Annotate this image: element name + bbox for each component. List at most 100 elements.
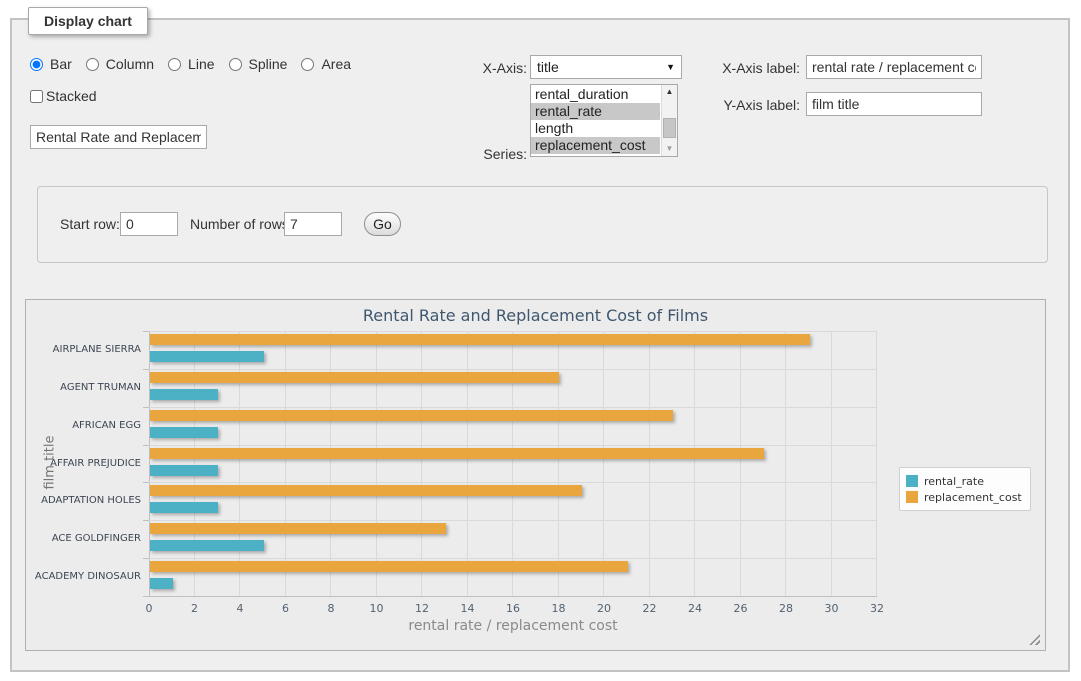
chart-type-label-line[interactable]: Line xyxy=(188,56,214,72)
legend-swatch xyxy=(906,475,918,487)
category-tick xyxy=(143,445,149,446)
x-tick-label: 14 xyxy=(448,602,488,615)
start-row-input[interactable] xyxy=(120,212,178,236)
bar-replacement_cost xyxy=(150,410,673,421)
series-option[interactable]: rental_rate xyxy=(531,103,660,120)
chart-type-label-bar[interactable]: Bar xyxy=(50,56,72,72)
x-tick-label: 16 xyxy=(493,602,533,615)
x-tick-label: 4 xyxy=(220,602,260,615)
go-button[interactable]: Go xyxy=(364,212,401,236)
series-listbox[interactable]: rental_durationrental_ratelengthreplacem… xyxy=(530,84,678,157)
bar-replacement_cost xyxy=(150,334,810,345)
series-option[interactable]: rental_duration xyxy=(531,86,660,103)
gridline xyxy=(149,369,877,370)
row-range-box: Start row: Number of rows: Go xyxy=(37,186,1048,263)
gridline xyxy=(558,331,559,596)
stacked-label[interactable]: Stacked xyxy=(46,88,97,104)
bar-replacement_cost xyxy=(150,561,628,572)
chart-type-label-column[interactable]: Column xyxy=(106,56,154,72)
chart-type-label-area[interactable]: Area xyxy=(321,56,351,72)
page: Display chart Bar Column Line Spline Are… xyxy=(0,0,1081,681)
gridline xyxy=(239,331,240,596)
gridline xyxy=(603,331,604,596)
gridline xyxy=(149,331,877,332)
legend-label: replacement_cost xyxy=(924,491,1022,504)
chart-type-radio-group: Bar Column Line Spline Area xyxy=(30,56,361,72)
series-option[interactable]: replacement_cost xyxy=(531,137,660,154)
gridline xyxy=(785,331,786,596)
bar-rental_rate xyxy=(150,389,218,400)
gridline xyxy=(876,331,877,596)
value-axis-line xyxy=(149,596,877,597)
resize-handle-icon[interactable] xyxy=(1029,634,1040,645)
gridline xyxy=(285,331,286,596)
gridline xyxy=(694,331,695,596)
scroll-up-icon[interactable]: ▲ xyxy=(662,85,677,99)
chart-title-input[interactable] xyxy=(30,125,207,149)
bar-replacement_cost xyxy=(150,372,559,383)
x-tick-label: 24 xyxy=(675,602,715,615)
y-axis-label-input[interactable] xyxy=(806,92,982,116)
chart-type-radio-spline[interactable] xyxy=(229,58,242,71)
chart-type-radio-line[interactable] xyxy=(168,58,181,71)
x-axis-select-value: title xyxy=(537,59,666,75)
bar-rental_rate xyxy=(150,540,264,551)
gridline xyxy=(149,407,877,408)
category-label: ACADEMY DINOSAUR xyxy=(29,571,141,583)
series-option[interactable]: length xyxy=(531,120,660,137)
bar-rental_rate xyxy=(150,351,264,362)
x-axis-select[interactable]: title ▼ xyxy=(530,55,682,79)
bar-replacement_cost xyxy=(150,448,764,459)
x-tick-label: 18 xyxy=(539,602,579,615)
category-label: AFFAIR PREJUDICE xyxy=(29,458,141,470)
x-tick-label: 6 xyxy=(266,602,306,615)
stacked-row: Stacked xyxy=(30,88,97,104)
x-tick-label: 10 xyxy=(357,602,397,615)
category-label: AGENT TRUMAN xyxy=(29,382,141,394)
series-listbox-label: Series: xyxy=(442,146,527,162)
chart-type-radio-column[interactable] xyxy=(86,58,99,71)
gridline xyxy=(831,331,832,596)
scrollbar-thumb[interactable] xyxy=(663,118,676,138)
fieldset-legend: Display chart xyxy=(28,7,148,35)
bar-rental_rate xyxy=(150,465,218,476)
stacked-checkbox[interactable] xyxy=(30,90,43,103)
chart-type-label-spline[interactable]: Spline xyxy=(249,56,288,72)
category-tick xyxy=(143,369,149,370)
x-tick-label: 26 xyxy=(721,602,761,615)
bar-replacement_cost xyxy=(150,485,582,496)
legend-label: rental_rate xyxy=(924,475,984,488)
x-tick-label: 0 xyxy=(129,602,169,615)
chevron-down-icon: ▼ xyxy=(666,62,675,72)
category-label: ADAPTATION HOLES xyxy=(29,495,141,507)
x-tick-label: 20 xyxy=(584,602,624,615)
legend-item[interactable]: rental_rate xyxy=(906,473,1022,489)
y-axis-label-label: Y-Axis label: xyxy=(706,97,800,113)
chart-type-radio-area[interactable] xyxy=(301,58,314,71)
listbox-scrollbar[interactable]: ▲ ▼ xyxy=(661,85,677,156)
category-tick xyxy=(143,482,149,483)
legend-swatch xyxy=(906,491,918,503)
legend-item[interactable]: replacement_cost xyxy=(906,489,1022,505)
bar-rental_rate xyxy=(150,427,218,438)
gridline xyxy=(149,445,877,446)
x-tick-label: 2 xyxy=(175,602,215,615)
gridline xyxy=(376,331,377,596)
gridline xyxy=(330,331,331,596)
category-tick xyxy=(143,596,149,597)
x-axis-label-input[interactable] xyxy=(806,55,982,79)
chart-plot-area xyxy=(149,331,877,596)
number-of-rows-input[interactable] xyxy=(284,212,342,236)
gridline xyxy=(194,331,195,596)
category-tick xyxy=(143,407,149,408)
gridline xyxy=(467,331,468,596)
gridline xyxy=(740,331,741,596)
number-of-rows-label: Number of rows: xyxy=(190,216,293,232)
chart-type-radio-bar[interactable] xyxy=(30,58,43,71)
x-tick-label: 22 xyxy=(630,602,670,615)
chart-title: Rental Rate and Replacement Cost of Film… xyxy=(26,306,1045,325)
gridline xyxy=(149,482,877,483)
scroll-down-icon[interactable]: ▼ xyxy=(662,142,677,156)
start-row-label: Start row: xyxy=(60,216,120,232)
chart-legend: rental_rate replacement_cost xyxy=(899,467,1031,511)
